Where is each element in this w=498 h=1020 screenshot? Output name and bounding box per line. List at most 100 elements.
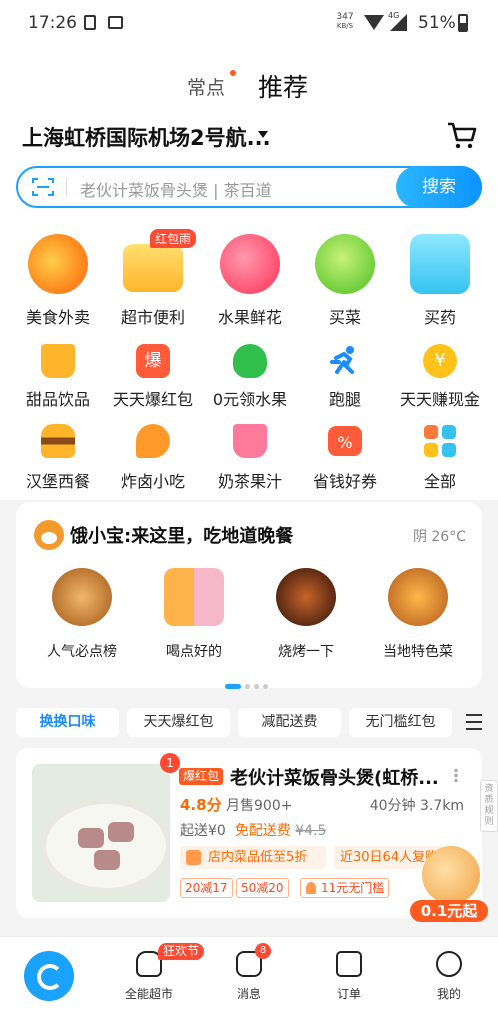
- meat-piece: [78, 828, 104, 848]
- caret-down-icon[interactable]: [258, 131, 268, 138]
- category-label: 全部: [423, 472, 456, 491]
- sim-icon: [84, 15, 96, 30]
- store-score: 4.8分: [180, 796, 222, 814]
- status-bar: 17:26 347 KB/S 4G 51%: [0, 0, 498, 46]
- gesture-bar: [0, 1008, 498, 1020]
- speed-unit: KB/S: [336, 22, 354, 30]
- medicine-box-icon: [410, 234, 470, 294]
- category-label: 省钱好券: [312, 472, 377, 491]
- tab-frequent[interactable]: 常点: [187, 73, 225, 100]
- category-label: 0元领水果: [212, 390, 288, 409]
- image-icon: [108, 16, 123, 29]
- qualification-link[interactable]: 资质规则: [480, 780, 498, 832]
- chip-red-packet[interactable]: 天天爆红包: [127, 708, 230, 737]
- carousel-dots: [225, 674, 272, 693]
- supermarket-basket-icon: [123, 244, 183, 292]
- old-delivery-fee: ¥4.5: [295, 823, 327, 839]
- ice-cream-icon: [422, 846, 480, 904]
- order-icon: [336, 951, 362, 977]
- coin-icon: ¥: [423, 344, 457, 378]
- red-rain-badge: 红包雨: [150, 229, 197, 248]
- filter-menu-icon[interactable]: [466, 714, 482, 730]
- feature-item-label: 当地特色菜: [383, 644, 453, 660]
- home-icon[interactable]: [24, 951, 74, 1001]
- flame-icon: [306, 882, 316, 894]
- chip-change-taste[interactable]: 换换口味: [16, 708, 119, 737]
- store-image: [32, 764, 170, 902]
- cart-icon[interactable]: [446, 120, 478, 152]
- feature-item-label: 喝点好的: [166, 644, 222, 660]
- food-delivery-icon: [28, 234, 88, 294]
- category-label: 天天赚现金: [399, 390, 480, 409]
- weather-label: 阴 26°C: [412, 529, 466, 545]
- chip-reduced-delivery[interactable]: 减配送费: [238, 708, 341, 737]
- store-fees: 起送¥0 免配送费 ¥4.5: [180, 820, 326, 840]
- feature-card-brand: 饿小宝:: [70, 526, 132, 547]
- discount-tag-text: 11元无门槛: [321, 881, 385, 895]
- feature-card[interactable]: 饿小宝:来这里，吃地道晚餐 阴 26°C 人气必点榜 喝点好的 烧烤一下 当地特…: [16, 502, 482, 689]
- wifi-icon: [364, 15, 384, 30]
- popular-dish-image: [52, 568, 112, 626]
- store-sold: 月售900+: [226, 798, 293, 814]
- discount-tag: 20减17: [180, 878, 233, 898]
- category-label: 天天爆红包: [112, 390, 193, 409]
- bbq-image: [276, 568, 336, 626]
- nav-label: 订单: [336, 987, 361, 1001]
- floater-label: 0.1元起: [410, 900, 488, 922]
- header-tabs: 常点 推荐: [0, 66, 498, 106]
- store-time-distance: 40分钟 3.7km: [369, 798, 464, 814]
- nav-label: 全能超市: [124, 987, 173, 1001]
- category-label: 炸卤小吃: [120, 472, 185, 491]
- drink-cup-icon: [41, 344, 75, 378]
- vegetables-icon: [315, 234, 375, 294]
- status-time: 17:26: [28, 13, 77, 33]
- profile-icon: [436, 951, 462, 977]
- store-name[interactable]: 老伙计菜饭骨头煲(虹桥...: [230, 764, 448, 790]
- meat-piece: [94, 850, 120, 870]
- category-label: 水果鲜花: [217, 308, 282, 327]
- feature-card-text: 来这里，吃地道晚餐: [131, 526, 294, 547]
- search-divider: [66, 178, 67, 196]
- fruit-icon: [220, 234, 280, 294]
- nav-label: 我的: [436, 987, 461, 1001]
- tree-icon: [233, 344, 267, 378]
- search-input[interactable]: 老伙计菜饭骨头煲 | 茶百道: [80, 177, 272, 201]
- free-delivery: 免配送费: [234, 823, 291, 839]
- category-label: 汉堡西餐: [25, 472, 90, 491]
- promo-floater[interactable]: 0.1元起: [410, 846, 488, 922]
- promo-low-price: 店内菜品低至5折: [180, 846, 326, 869]
- min-order: 起送¥0: [180, 823, 226, 839]
- network-speed: 347 KB/S: [334, 13, 356, 31]
- category-label: 甜品饮品: [25, 390, 90, 409]
- rank-badge: 1: [160, 753, 180, 773]
- red-packet-icon: 爆: [136, 344, 170, 378]
- tab-recommend[interactable]: 推荐: [258, 68, 308, 104]
- grid-all-icon: [424, 425, 456, 457]
- discount-tag: 11元无门槛: [300, 878, 390, 898]
- more-icon[interactable]: [454, 768, 458, 782]
- feature-item-label: 烧烤一下: [278, 644, 334, 660]
- category-label: 美食外卖: [25, 308, 90, 327]
- search-bar[interactable]: 老伙计菜饭骨头煲 | 茶百道 搜索: [16, 166, 482, 208]
- battery-icon: [458, 14, 468, 32]
- message-count-badge: 8: [255, 943, 271, 959]
- scan-icon[interactable]: [32, 177, 54, 197]
- category-label: 奶茶果汁: [217, 472, 282, 491]
- burger-icon: [41, 424, 75, 458]
- category-label: 超市便利: [120, 308, 185, 327]
- meat-piece: [108, 822, 134, 842]
- search-button[interactable]: 搜索: [396, 166, 482, 208]
- category-label: 跑腿: [328, 390, 361, 409]
- network-type: 4G: [388, 11, 400, 20]
- category-label: 买药: [423, 308, 456, 327]
- festival-badge: 狂欢节: [158, 943, 205, 960]
- dog-mascot-icon: [34, 520, 64, 550]
- soup-bowl: [46, 804, 166, 888]
- tab-frequent-dot: [230, 70, 236, 76]
- battery-percent: 51%: [418, 13, 456, 33]
- nav-label: 消息: [236, 987, 261, 1001]
- chip-no-threshold[interactable]: 无门槛红包: [349, 708, 452, 737]
- location-selector[interactable]: 上海虹桥国际机场2号航...: [22, 122, 271, 152]
- speed-value: 347: [336, 12, 354, 22]
- promo-low-price-text: 店内菜品低至5折: [208, 850, 308, 865]
